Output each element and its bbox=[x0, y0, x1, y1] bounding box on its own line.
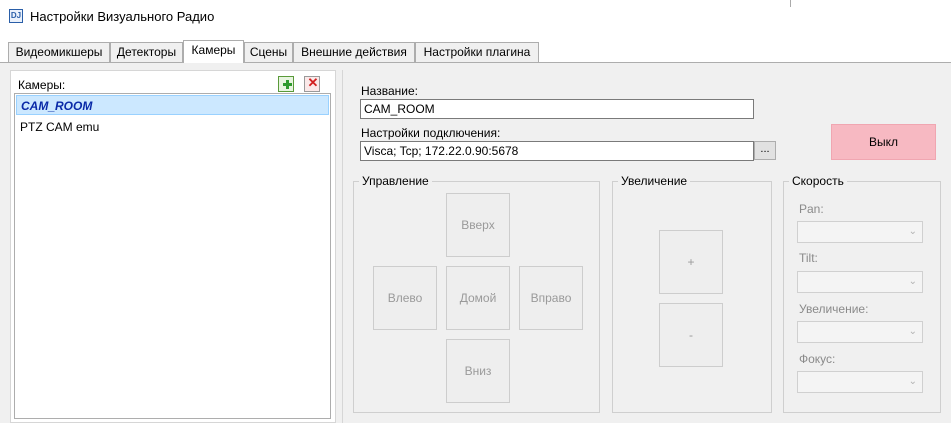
tilt-select[interactable]: ⌄ bbox=[797, 271, 923, 293]
connection-label: Настройки подключения: bbox=[361, 126, 501, 140]
zoom-speed-label: Увеличение: bbox=[799, 302, 869, 316]
divider bbox=[790, 0, 791, 7]
focus-label: Фокус: bbox=[799, 352, 836, 366]
delete-glyph: ✕ bbox=[307, 75, 319, 90]
tab-scenes[interactable]: Сцены bbox=[244, 42, 293, 62]
name-label: Название: bbox=[361, 84, 418, 98]
app-icon: DJ bbox=[9, 9, 23, 23]
tab-plugin-settings[interactable]: Настройки плагина bbox=[415, 42, 539, 62]
list-item-cam-room[interactable]: CAM_ROOM bbox=[16, 95, 329, 115]
add-icon[interactable] bbox=[278, 76, 294, 92]
pan-label: Pan: bbox=[799, 202, 824, 216]
list-item-ptz-cam-emu[interactable]: PTZ CAM emu bbox=[16, 117, 329, 137]
name-field[interactable]: CAM_ROOM bbox=[360, 99, 754, 119]
down-button[interactable]: Вниз bbox=[446, 339, 510, 403]
delete-icon[interactable]: ✕ bbox=[304, 75, 320, 92]
control-group-title: Управление bbox=[359, 174, 432, 188]
zoom-in-button[interactable]: + bbox=[659, 230, 723, 294]
cameras-label: Камеры: bbox=[18, 78, 66, 92]
pan-select[interactable]: ⌄ bbox=[797, 221, 923, 243]
zoom-group-title: Увеличение bbox=[618, 174, 691, 188]
connection-field[interactable]: Visca; Tcp; 172.22.0.90:5678 bbox=[360, 141, 754, 161]
right-button[interactable]: Вправо bbox=[519, 266, 583, 330]
tilt-label: Tilt: bbox=[799, 251, 818, 265]
window-title: Настройки Визуального Радио bbox=[30, 9, 215, 24]
tab-strip: Видеомикшеры Детекторы Камеры Сцены Внеш… bbox=[0, 34, 951, 63]
tab-cameras[interactable]: Камеры bbox=[183, 40, 244, 63]
chevron-down-icon: ⌄ bbox=[908, 276, 917, 287]
chevron-down-icon: ⌄ bbox=[908, 326, 917, 337]
tab-external-actions[interactable]: Внешние действия bbox=[293, 42, 415, 62]
zoom-speed-select[interactable]: ⌄ bbox=[797, 321, 923, 343]
chevron-down-icon: ⌄ bbox=[908, 376, 917, 387]
chevron-down-icon: ⌄ bbox=[908, 226, 917, 237]
zoom-out-button[interactable]: - bbox=[659, 303, 723, 367]
off-button[interactable]: Выкл bbox=[831, 124, 936, 160]
left-button[interactable]: Влево bbox=[373, 266, 437, 330]
tab-detectors[interactable]: Детекторы bbox=[110, 42, 183, 62]
browse-button[interactable]: ... bbox=[754, 141, 776, 160]
cameras-list[interactable]: CAM_ROOM PTZ CAM emu bbox=[14, 93, 331, 419]
zoom-group bbox=[612, 181, 772, 413]
tab-video-mixers[interactable]: Видеомикшеры bbox=[8, 42, 110, 62]
up-button[interactable]: Вверх bbox=[446, 193, 510, 257]
focus-select[interactable]: ⌄ bbox=[797, 371, 923, 393]
home-button[interactable]: Домой bbox=[446, 266, 510, 330]
title-bar: DJ Настройки Визуального Радио bbox=[0, 0, 951, 34]
speed-group-title: Скорость bbox=[789, 174, 847, 188]
